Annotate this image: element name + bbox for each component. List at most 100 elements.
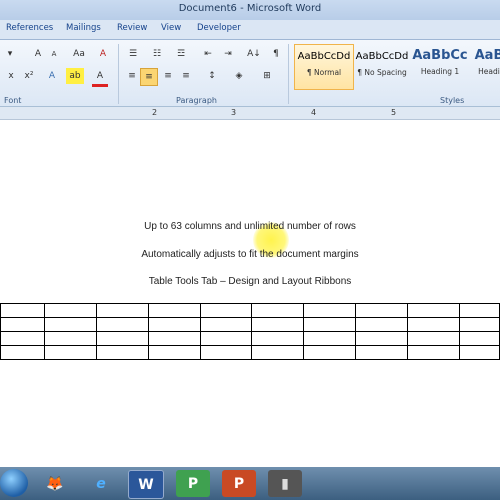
horizontal-ruler[interactable]: 2 3 4 5: [0, 107, 500, 120]
table-cell[interactable]: [251, 303, 305, 318]
style-heading-1[interactable]: AaBbCc Heading 1: [410, 44, 470, 90]
firefox-icon[interactable]: 🦊: [38, 470, 72, 497]
table-cell[interactable]: [251, 317, 305, 332]
style-heading-2[interactable]: AaB Headi: [468, 44, 500, 90]
table-cell[interactable]: [458, 317, 500, 332]
table-cell[interactable]: [44, 331, 97, 346]
table-cell[interactable]: [199, 331, 253, 346]
subscript-icon[interactable]: x: [4, 68, 18, 84]
sort-icon[interactable]: A↓: [246, 46, 262, 62]
table-cell[interactable]: [147, 303, 201, 318]
table-cell[interactable]: [251, 345, 305, 360]
table-cell[interactable]: [95, 317, 149, 332]
table-cell[interactable]: [147, 317, 201, 332]
increase-indent-icon[interactable]: ⇥: [220, 46, 236, 62]
table-cell[interactable]: [303, 345, 357, 360]
table-cell[interactable]: [406, 317, 460, 332]
table-cell[interactable]: [199, 303, 253, 318]
shrink-font-icon[interactable]: A: [46, 46, 62, 62]
word-icon[interactable]: W: [128, 470, 164, 499]
tab-view[interactable]: View: [161, 23, 181, 33]
document-line: Automatically adjusts to fit the documen…: [141, 249, 359, 260]
tab-references[interactable]: References: [6, 23, 53, 33]
tab-mailings[interactable]: Mailings: [66, 23, 101, 33]
paragraph-group-label: Paragraph: [176, 96, 217, 105]
table-cell[interactable]: [406, 331, 460, 346]
shading-icon[interactable]: ◈: [230, 68, 248, 84]
ribbon: ▾ A A Aa A x x² A ab A Font ☰ ☷ ☲ ⇤ ⇥ A↓…: [0, 40, 500, 107]
table-cell[interactable]: [355, 345, 408, 360]
show-formatting-icon[interactable]: ¶: [268, 46, 284, 62]
style-normal[interactable]: AaBbCcDd ¶ Normal: [294, 44, 354, 90]
document-table[interactable]: [0, 303, 500, 360]
table-cell[interactable]: [303, 317, 357, 332]
font-size-dropdown[interactable]: ▾: [0, 46, 20, 62]
table-cell[interactable]: [0, 303, 46, 318]
separator: [118, 44, 119, 104]
table-cell[interactable]: [44, 303, 97, 318]
tab-developer[interactable]: Developer: [197, 23, 241, 33]
style-sample: AaBbCcDd: [355, 51, 409, 62]
table-cell[interactable]: [458, 345, 500, 360]
table-cell[interactable]: [147, 331, 201, 346]
style-no-spacing[interactable]: AaBbCcDd ¶ No Spacing: [352, 44, 412, 90]
table-row: [0, 303, 500, 318]
table-cell[interactable]: [199, 317, 253, 332]
separator: [288, 44, 289, 104]
ruler-number: 5: [391, 108, 397, 117]
align-left-icon[interactable]: ≡: [124, 68, 140, 84]
grow-font-icon[interactable]: A: [30, 46, 46, 62]
document-page[interactable]: [0, 120, 500, 467]
table-cell[interactable]: [458, 303, 500, 318]
bullets-icon[interactable]: ☰: [124, 46, 142, 62]
internet-explorer-icon[interactable]: e: [84, 470, 118, 497]
table-cell[interactable]: [355, 317, 408, 332]
clear-formatting-icon[interactable]: A: [94, 46, 112, 62]
style-name: ¶ Normal: [306, 68, 342, 77]
borders-icon[interactable]: ⊞: [258, 68, 276, 84]
style-sample: AaBbCcDd: [297, 51, 351, 62]
decrease-indent-icon[interactable]: ⇤: [200, 46, 216, 62]
table-cell[interactable]: [199, 345, 253, 360]
table-cell[interactable]: [95, 303, 149, 318]
table-cell[interactable]: [147, 345, 201, 360]
table-cell[interactable]: [355, 331, 408, 346]
start-button[interactable]: [0, 469, 28, 497]
center-icon[interactable]: ≡: [140, 68, 158, 86]
title-bar: Document6 - Microsoft Word: [0, 0, 500, 20]
table-cell[interactable]: [406, 303, 460, 318]
document-line: Up to 63 columns and unlimited number of…: [144, 221, 356, 232]
table-cell[interactable]: [355, 303, 408, 318]
font-color-icon[interactable]: A: [92, 68, 108, 87]
tab-review[interactable]: Review: [117, 23, 147, 33]
line-spacing-icon[interactable]: ↕: [204, 68, 220, 84]
project-icon[interactable]: P: [176, 470, 210, 497]
media-icon[interactable]: ▮: [268, 470, 302, 497]
style-name: Headi: [478, 67, 500, 76]
table-cell[interactable]: [0, 317, 46, 332]
table-cell[interactable]: [458, 331, 500, 346]
highlight-icon[interactable]: ab: [66, 68, 84, 84]
ruler-number: 3: [231, 108, 237, 117]
change-case-icon[interactable]: Aa: [70, 46, 88, 62]
multilevel-list-icon[interactable]: ☲: [172, 46, 190, 62]
table-cell[interactable]: [303, 303, 357, 318]
table-cell[interactable]: [95, 345, 149, 360]
taskbar: 🦊 e W P P ▮: [0, 467, 500, 500]
table-cell[interactable]: [0, 331, 46, 346]
powerpoint-icon[interactable]: P: [222, 470, 256, 497]
table-row: [0, 345, 500, 360]
table-cell[interactable]: [44, 345, 97, 360]
numbering-icon[interactable]: ☷: [148, 46, 166, 62]
table-cell[interactable]: [44, 317, 97, 332]
justify-icon[interactable]: ≡: [178, 68, 194, 84]
superscript-icon[interactable]: x²: [22, 68, 36, 84]
table-cell[interactable]: [95, 331, 149, 346]
table-cell[interactable]: [0, 345, 46, 360]
text-effects-icon[interactable]: A: [44, 68, 60, 84]
style-name: Heading 1: [420, 67, 460, 76]
table-cell[interactable]: [303, 331, 357, 346]
table-cell[interactable]: [406, 345, 460, 360]
align-right-icon[interactable]: ≡: [160, 68, 176, 84]
table-cell[interactable]: [251, 331, 305, 346]
